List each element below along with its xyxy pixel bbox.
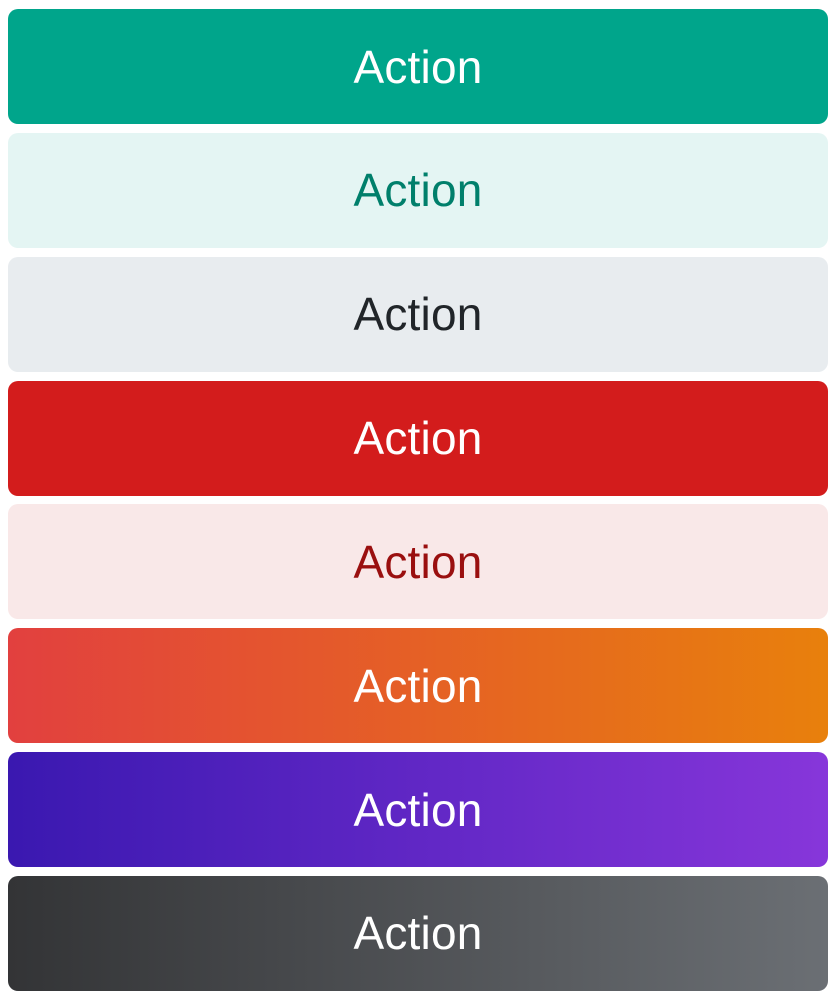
action-button-sunset-gradient[interactable]: Action — [8, 628, 828, 744]
action-button-primary[interactable]: Action — [8, 9, 828, 124]
action-button-neutral[interactable]: Action — [8, 256, 828, 372]
action-button-danger[interactable]: Action — [8, 380, 828, 496]
button-stack: Action Action Action Action Action Actio… — [0, 0, 836, 1000]
action-button-primary-soft[interactable]: Action — [8, 132, 828, 248]
action-button-violet-gradient[interactable]: Action — [8, 752, 828, 868]
action-button-graphite-gradient[interactable]: Action — [8, 875, 828, 991]
action-button-danger-soft[interactable]: Action — [8, 504, 828, 620]
